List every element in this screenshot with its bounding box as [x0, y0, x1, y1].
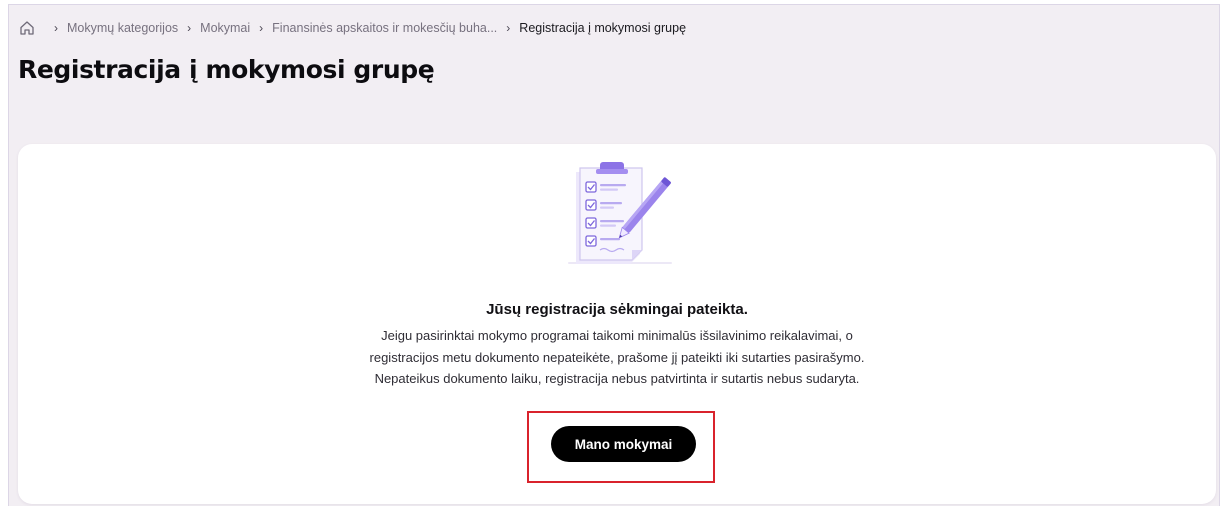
breadcrumb-separator: › — [506, 21, 511, 35]
breadcrumb-separator: › — [259, 21, 264, 35]
success-card: Jūsų registracija sėkmingai pateikta. Je… — [18, 144, 1216, 504]
clipboard-checklist-icon — [562, 160, 678, 268]
message-line: registracijos metu dokumento nepateikėte… — [369, 349, 865, 365]
message-line: Nepateikus dokumento laiku, registracija… — [374, 371, 860, 386]
message-line: Jeigu pasirinktai mokymo programai taiko… — [381, 328, 853, 343]
success-message-title: Jūsų registracija sėkmingai pateikta. — [486, 301, 748, 318]
breadcrumb-current: Registracija į mokymosi grupę — [519, 21, 687, 35]
success-message-body: Jeigu pasirinktai mokymo programai taiko… — [18, 325, 1216, 390]
page-frame: › Mokymų kategorijos › Mokymai › Finansi… — [8, 4, 1220, 506]
breadcrumb-item-trainings[interactable]: Mokymai — [200, 21, 250, 35]
my-trainings-button[interactable]: Mano mokymai — [551, 426, 696, 462]
home-icon[interactable] — [19, 20, 35, 36]
breadcrumb-separator: › — [54, 21, 58, 35]
breadcrumb-separator: › — [187, 21, 192, 35]
breadcrumb-item-course[interactable]: Finansinės apskaitos ir mokesčių buha... — [272, 21, 497, 35]
breadcrumb: › Mokymų kategorijos › Mokymai › Finansi… — [19, 18, 686, 38]
breadcrumb-item-categories[interactable]: Mokymų kategorijos — [67, 21, 178, 35]
page-title: Registracija į mokymosi grupę — [18, 55, 435, 84]
